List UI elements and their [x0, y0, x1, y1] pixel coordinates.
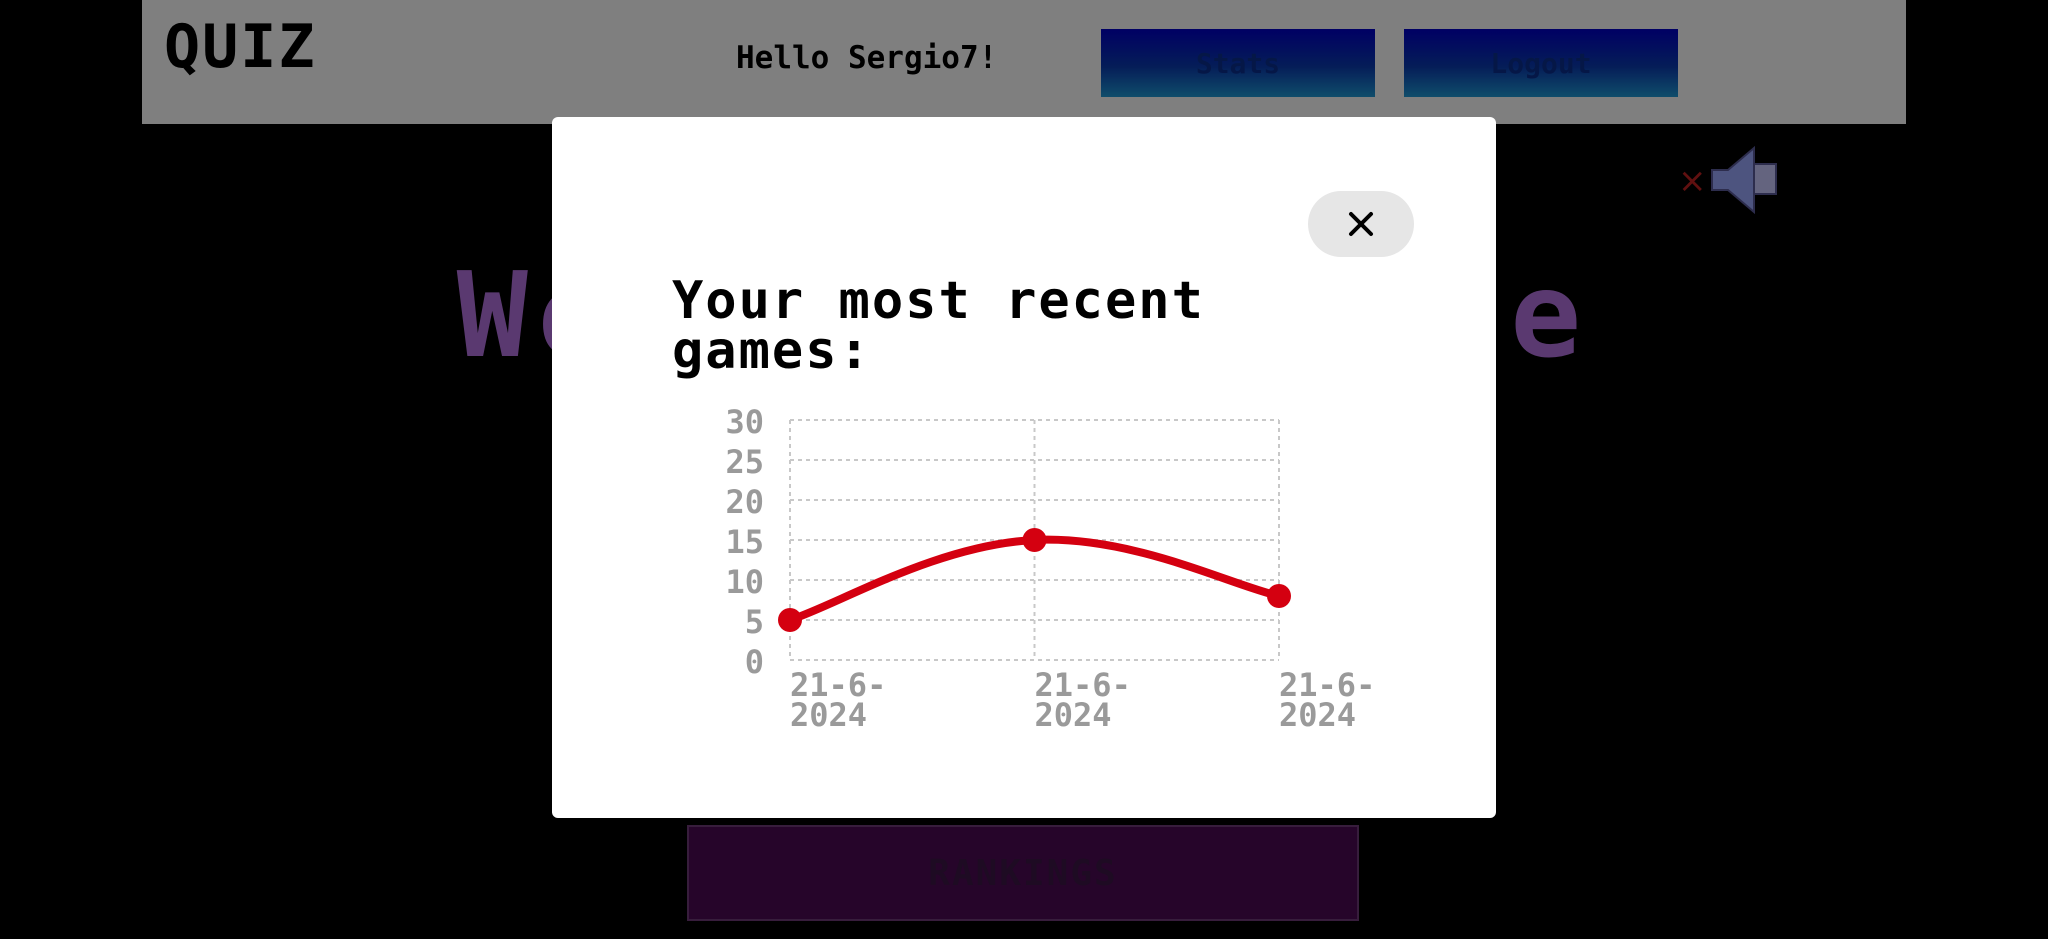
x-tick-label: 21-6-2024	[790, 666, 886, 734]
close-button[interactable]	[1308, 191, 1414, 257]
stats-modal: 0 5 10 15 20 25 30 21-6-2024 21-6-2024 21-6-2024 …	[552, 117, 1496, 818]
y-tick-label: 25	[725, 443, 764, 481]
x-tick-label: 21-6-2024	[1279, 666, 1375, 734]
y-tick-label: 10	[725, 563, 764, 601]
close-icon	[1349, 212, 1373, 236]
y-tick-label: 0	[745, 643, 764, 681]
modal-title: Your most recent games:	[672, 271, 1205, 381]
y-tick-label: 15	[725, 523, 764, 561]
x-tick-label: 21-6-2024	[1035, 666, 1131, 734]
data-point	[1267, 584, 1291, 608]
y-tick-label: 20	[725, 483, 764, 521]
data-point	[1022, 528, 1047, 552]
data-point	[778, 608, 802, 632]
y-tick-label: 30	[725, 403, 764, 441]
y-tick-label: 5	[745, 603, 764, 641]
app-page: QUIZ Hello Sergio7! Stats Logout × Welco…	[0, 0, 2048, 939]
